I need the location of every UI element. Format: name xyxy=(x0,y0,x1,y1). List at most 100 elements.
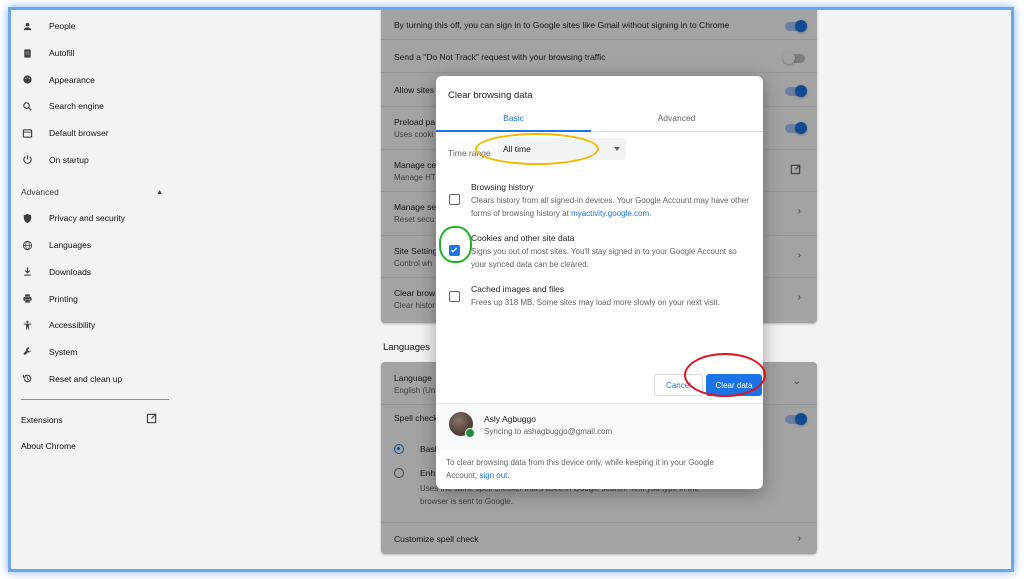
toggle-switch[interactable] xyxy=(785,85,807,97)
sign-in-row[interactable]: By turning this off, you can sign in to … xyxy=(381,10,817,39)
search-icon xyxy=(21,100,33,112)
sidebar-item-label: Search engine xyxy=(49,101,104,112)
sidebar-item-system[interactable]: System xyxy=(11,339,171,366)
sidebar-item-autofill[interactable]: Autofill xyxy=(11,40,171,67)
chevron-right-icon: › xyxy=(797,250,801,261)
sidebar-item-label: Languages xyxy=(49,240,92,251)
sidebar-item-default-browser[interactable]: Default browser xyxy=(11,120,171,147)
person-icon xyxy=(21,20,33,32)
dialog-title: Clear browsing data xyxy=(448,90,533,101)
sync-status: Syncing to ashagbuggo@gmail.com xyxy=(484,427,613,436)
row-title: Send a "Do Not Track" request with your … xyxy=(394,52,606,62)
option-title: Cached images and files xyxy=(471,284,565,294)
wrench-icon xyxy=(21,346,33,358)
sidebar-item-languages[interactable]: Languages xyxy=(11,232,171,259)
sidebar-item-accessibility[interactable]: Accessibility xyxy=(11,312,171,339)
footer-note: To clear browsing data from this device … xyxy=(446,456,746,482)
account-section: Asly Agbuggo Syncing to ashagbuggo@gmail… xyxy=(436,403,763,449)
option-browsing-history: Browsing history Clears history from all… xyxy=(448,182,753,226)
option-cookies: Cookies and other site data Signs you ou… xyxy=(448,233,753,277)
option-desc: Frees up 318 MB. Some sites may load mor… xyxy=(471,298,720,307)
sidebar-item-reset[interactable]: Reset and clean up xyxy=(11,365,171,392)
checkmark-icon xyxy=(450,247,458,253)
cancel-button[interactable]: Cancel xyxy=(654,374,703,396)
tab-basic[interactable]: Basic xyxy=(436,108,591,132)
footer-tail: . xyxy=(507,471,510,480)
sidebar-item-label: About Chrome xyxy=(21,440,76,451)
open-in-new-icon xyxy=(790,164,801,178)
customize-spell-row[interactable]: Customize spell check › xyxy=(381,522,817,554)
sidebar-item-label: Accessibility xyxy=(49,320,96,331)
sidebar-item-on-startup[interactable]: On startup xyxy=(11,146,171,173)
toggle-switch[interactable] xyxy=(785,20,807,32)
advanced-label: Advanced xyxy=(21,187,59,198)
basic-spell-radio[interactable] xyxy=(394,444,404,454)
chevron-right-icon: › xyxy=(797,533,801,544)
toggle-switch[interactable] xyxy=(783,52,805,64)
globe-icon xyxy=(21,239,33,251)
sidebar-item-people[interactable]: People xyxy=(11,13,171,40)
row-title: By turning this off, you can sign in to … xyxy=(394,20,730,30)
download-icon xyxy=(21,266,33,278)
sidebar-divider xyxy=(21,398,169,400)
power-icon xyxy=(21,154,33,166)
printer-icon xyxy=(21,293,33,305)
option-desc-tail: . xyxy=(649,209,652,218)
sidebar-item-appearance[interactable]: Appearance xyxy=(11,66,171,93)
sidebar-item-label: Reset and clean up xyxy=(49,373,123,384)
sidebar-item-search-engine[interactable]: Search engine xyxy=(11,93,171,120)
cookies-checkbox[interactable] xyxy=(449,245,460,256)
sign-out-link[interactable]: sign out xyxy=(479,471,507,480)
sidebar-item-label: On startup xyxy=(49,154,89,165)
sidebar-item-printing[interactable]: Printing xyxy=(11,285,171,312)
time-range-value: All time xyxy=(503,144,531,154)
palette-icon xyxy=(21,74,33,86)
row-title: Customize spell check xyxy=(394,534,479,544)
sidebar-item-label: System xyxy=(49,346,78,357)
languages-section-title: Languages xyxy=(383,342,431,353)
sidebar-item-about[interactable]: About Chrome xyxy=(11,433,161,459)
sidebar-item-label: People xyxy=(49,21,76,32)
sidebar-item-privacy[interactable]: Privacy and security xyxy=(11,205,171,232)
sidebar-item-label: Default browser xyxy=(49,128,109,139)
sidebar-item-extensions[interactable]: Extensions xyxy=(11,407,161,433)
toggle-switch[interactable] xyxy=(785,122,807,134)
sidebar-item-downloads[interactable]: Downloads xyxy=(11,259,171,286)
clipboard-icon xyxy=(21,47,33,59)
sidebar-item-label: Privacy and security xyxy=(49,213,126,224)
sync-icon xyxy=(465,428,475,438)
dropdown-arrow-icon xyxy=(614,147,620,151)
open-in-new-icon xyxy=(146,413,157,426)
myactivity-link[interactable]: myactivity.google.com xyxy=(571,209,649,218)
sidebar-item-label: Printing xyxy=(49,293,78,304)
accessibility-icon xyxy=(21,319,33,331)
clear-data-button[interactable]: Clear data xyxy=(706,374,762,396)
chevron-up-icon: ▲ xyxy=(156,188,163,196)
time-range-select[interactable]: All time xyxy=(498,138,626,160)
do-not-track-row[interactable]: Send a "Do Not Track" request with your … xyxy=(381,39,817,72)
option-desc: Signs you out of most sites. You'll stay… xyxy=(471,247,737,269)
clear-browsing-data-dialog: Clear browsing data Basic Advanced Time … xyxy=(436,76,763,489)
shield-icon xyxy=(21,212,33,224)
account-name: Asly Agbuggo xyxy=(484,414,536,424)
option-title: Cookies and other site data xyxy=(471,233,575,243)
option-cached-images: Cached images and files Frees up 318 MB.… xyxy=(448,284,753,314)
history-icon xyxy=(21,373,33,385)
sidebar-advanced-toggle[interactable]: Advanced ▲ xyxy=(11,179,171,205)
sidebar-item-label: Autofill xyxy=(49,48,75,59)
toggle-switch[interactable] xyxy=(785,413,807,425)
browsing-history-checkbox[interactable] xyxy=(449,194,460,205)
sidebar-item-label: Appearance xyxy=(49,74,95,85)
chevron-right-icon: › xyxy=(797,292,801,303)
screenshot-frame: People Autofill Appearance Search engine… xyxy=(8,7,1014,572)
enhanced-spell-label: Enh xyxy=(420,468,436,478)
chevron-down-icon: ⌄ xyxy=(792,376,801,387)
chevron-right-icon: › xyxy=(797,206,801,217)
enhanced-spell-radio[interactable] xyxy=(394,468,404,478)
cached-images-checkbox[interactable] xyxy=(449,291,460,302)
tab-advanced[interactable]: Advanced xyxy=(599,108,754,132)
time-range-label: Time range xyxy=(448,148,491,158)
option-title: Browsing history xyxy=(471,182,534,192)
sidebar-item-label: Extensions xyxy=(21,414,63,425)
basic-spell-label: Basi xyxy=(420,444,437,454)
